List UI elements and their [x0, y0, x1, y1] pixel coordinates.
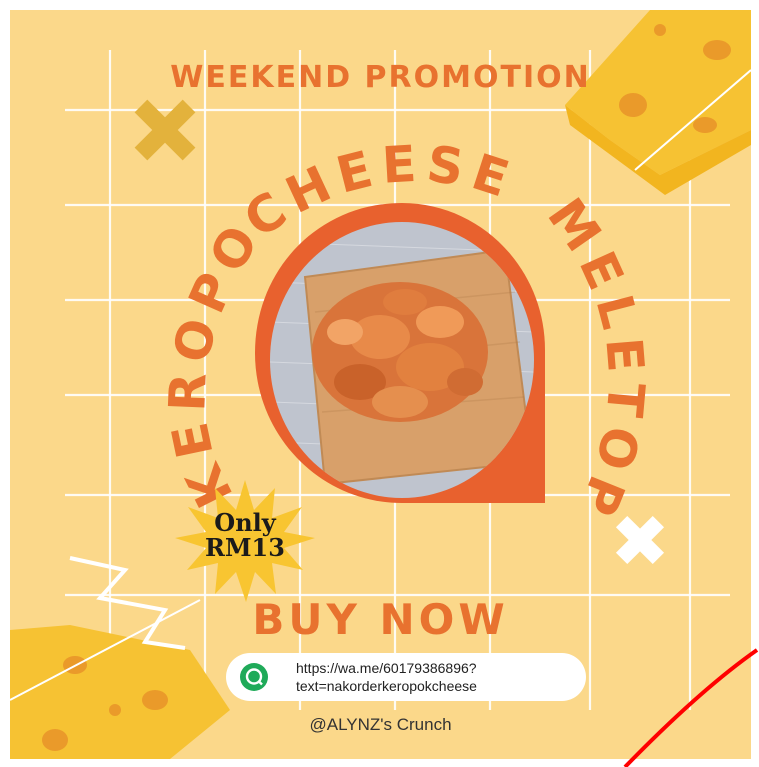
buy-now-label: BUY NOW: [252, 595, 509, 644]
promo-poster: WEEKEND PROMOTION CHEESE KEROPO MELETOP …: [10, 10, 751, 759]
brand-handle: @ALYNZ's Crunch: [309, 715, 452, 734]
order-link-line2: text=nakorderkeropokcheese: [296, 678, 477, 694]
order-link-text[interactable]: https://wa.me/60179386896? text=nakorder…: [296, 659, 477, 695]
price-value: RM13: [205, 533, 285, 562]
whatsapp-icon: [240, 663, 268, 691]
order-link[interactable]: https://wa.me/60179386896? text=nakorder…: [226, 653, 586, 701]
price-label: Only: [214, 508, 276, 537]
starburst-badge: [175, 480, 315, 602]
price-badge: Only RM13: [200, 510, 290, 560]
order-link-line1: https://wa.me/60179386896?: [296, 660, 477, 676]
